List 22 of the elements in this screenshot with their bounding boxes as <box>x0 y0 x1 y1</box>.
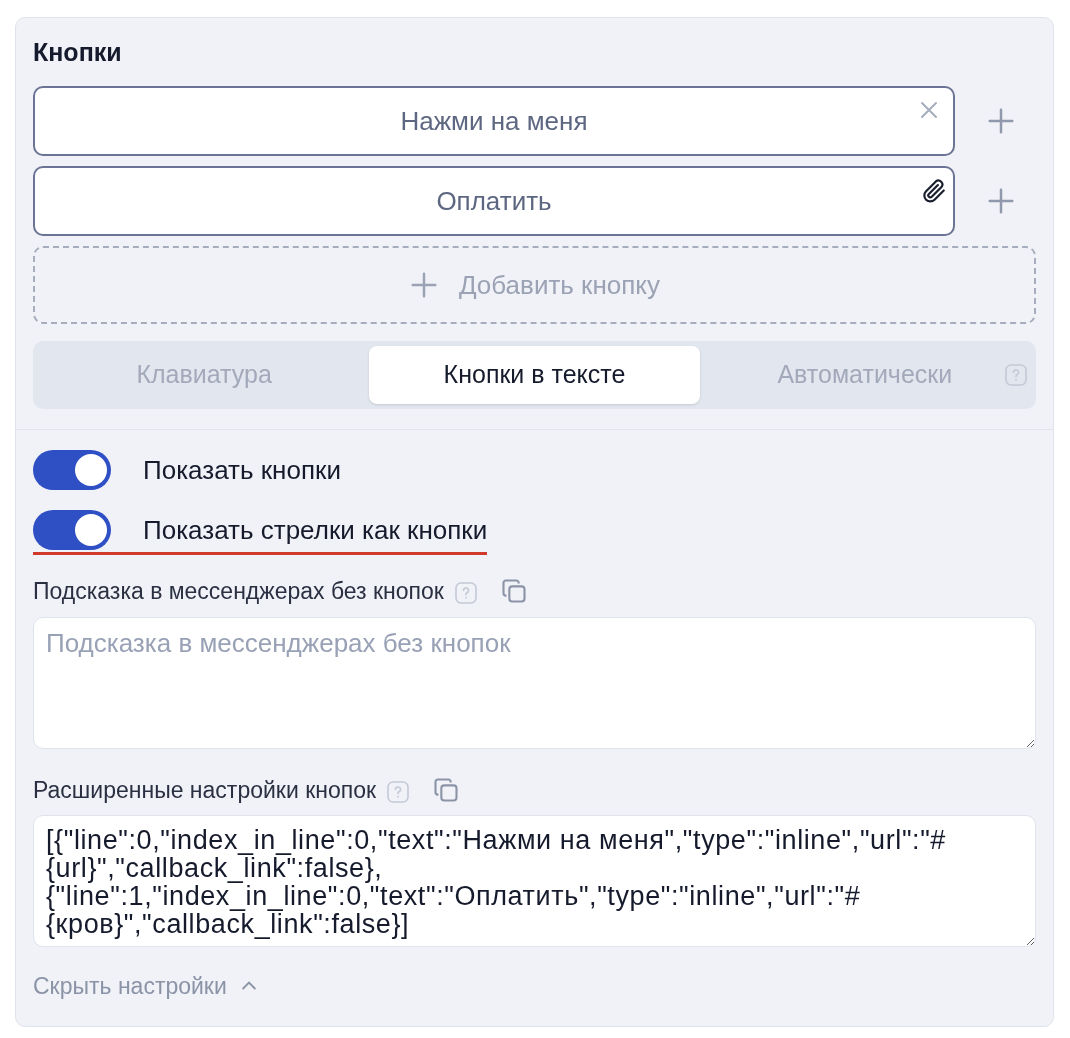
toggle-switch[interactable] <box>33 510 111 550</box>
field-label: Подсказка в мессенджерах без кнопок <box>33 577 444 606</box>
message-button[interactable]: Оплатить <box>33 166 955 236</box>
message-button[interactable]: Нажми на меня <box>33 86 955 156</box>
help-icon[interactable] <box>386 779 410 804</box>
plus-icon <box>986 186 1016 216</box>
copy-icon[interactable] <box>432 775 460 804</box>
paperclip-icon[interactable] <box>921 178 947 204</box>
add-row-button[interactable] <box>986 106 1016 136</box>
hint-field[interactable]: Подсказка в мессенджерах без кнопок <box>33 616 1036 749</box>
help-icon[interactable] <box>453 581 478 606</box>
plus-icon <box>986 106 1016 136</box>
toggle-switch[interactable] <box>33 450 111 490</box>
add-row-button[interactable] <box>986 186 1016 216</box>
toggle-label: Показать кнопки <box>143 453 341 487</box>
section-title: Кнопки <box>33 37 123 68</box>
field-label: Расширенные настройки кнопок <box>33 775 376 805</box>
help-icon[interactable] <box>1004 363 1028 387</box>
tab[interactable]: Кнопки в тексте <box>369 346 700 404</box>
copy-icon[interactable] <box>499 577 528 606</box>
toggle-label: Показать стрелки как кнопки <box>143 513 488 547</box>
settings-field[interactable]: [{"line":0,"index_in_line":0,"text":"Нажми на меня","type":"inline","url":"#{url}","callback_link":false},{"line":1,"index_in_line":0,"text":"Оплатить","type":"inline","url":"#{кров}","callback_link":false}] <box>33 815 1036 947</box>
